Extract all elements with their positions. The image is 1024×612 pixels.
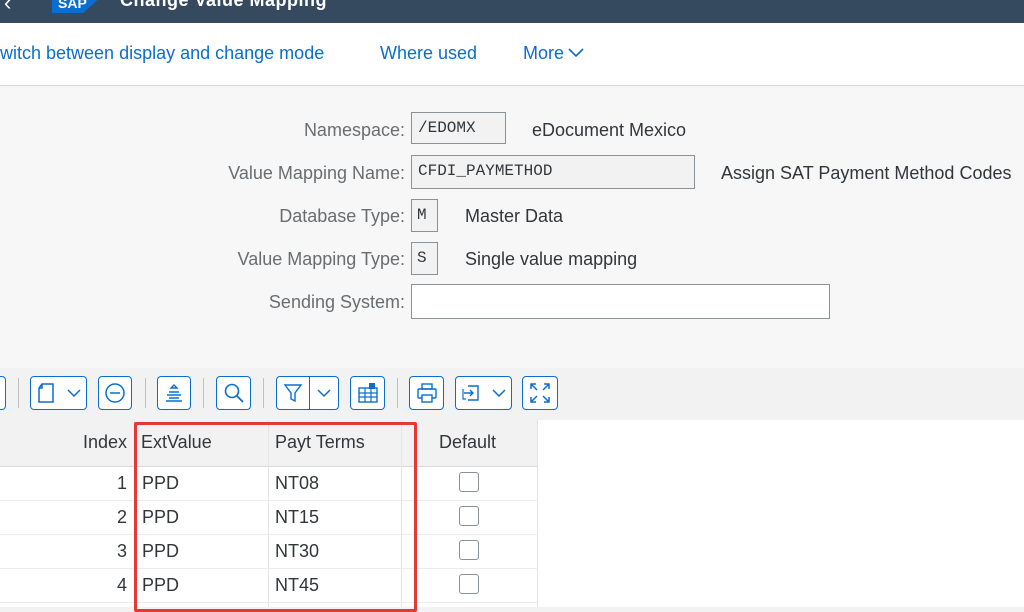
- namespace-desc: eDocument Mexico: [532, 120, 687, 140]
- page-title: Change Value Mapping: [120, 0, 328, 10]
- cell-extvalue[interactable]: PPD: [142, 534, 179, 568]
- search-icon: [224, 383, 244, 403]
- header-form: Namespace: /EDOMX eDocument Mexico Value…: [0, 86, 1024, 368]
- cell-payt-terms[interactable]: NT15: [275, 500, 319, 534]
- db-type-label: Database Type:: [279, 206, 405, 226]
- toolbar-separator: [263, 378, 264, 408]
- column-header-default[interactable]: Default: [439, 420, 496, 466]
- chevron-down-icon: [61, 377, 86, 409]
- toolbar-separator: [145, 378, 146, 408]
- column-header-payt-terms[interactable]: Payt Terms: [275, 420, 365, 466]
- db-type-field[interactable]: M: [411, 199, 438, 232]
- table-row[interactable]: 4 PPD NT45: [0, 568, 538, 603]
- print-icon: [416, 383, 437, 403]
- table-toolbar: [0, 368, 1024, 420]
- toolbar-separator: [18, 378, 19, 408]
- table-row[interactable]: 2 PPD NT15: [0, 500, 538, 535]
- mapping-type-desc: Single value mapping: [465, 249, 638, 269]
- fullscreen-button[interactable]: [522, 376, 558, 410]
- default-checkbox[interactable]: [459, 472, 479, 492]
- mapping-name-field[interactable]: CFDI_PAYMETHOD: [411, 155, 695, 189]
- namespace-field[interactable]: /EDOMX: [411, 112, 506, 144]
- align-icon: [166, 384, 182, 402]
- delete-row-button[interactable]: [98, 376, 132, 410]
- cell-extvalue[interactable]: PPD: [142, 466, 179, 500]
- table-settings-icon: [357, 383, 378, 403]
- toolbar-separator: [397, 378, 398, 408]
- row-index: 3: [116, 541, 127, 561]
- mapping-name-desc: Assign SAT Payment Method Codes: [721, 163, 1012, 183]
- default-checkbox[interactable]: [459, 540, 479, 560]
- create-menu-button[interactable]: [30, 376, 87, 410]
- search-button[interactable]: [216, 376, 251, 410]
- filter-menu-button[interactable]: [276, 376, 339, 410]
- cell-payt-terms[interactable]: NT45: [275, 568, 319, 602]
- chevron-down-icon: [486, 377, 511, 409]
- more-label: More: [523, 43, 565, 63]
- cell-payt-terms[interactable]: NT08: [275, 466, 319, 500]
- cell-extvalue[interactable]: PPD: [142, 500, 179, 534]
- default-checkbox[interactable]: [459, 574, 479, 594]
- chevron-down-icon: [568, 48, 584, 57]
- mapping-name-label: Value Mapping Name:: [228, 163, 405, 183]
- fullscreen-icon: [530, 383, 550, 403]
- table-row[interactable]: 3 PPD NT30: [0, 534, 538, 569]
- namespace-label: Namespace:: [303, 120, 405, 140]
- switch-mode-button[interactable]: witch between display and change mode: [0, 43, 324, 64]
- value-mapping-table: Index ExtValue Payt Terms Default 1 PPD …: [0, 420, 1024, 607]
- row-index: 1: [116, 473, 127, 493]
- filter-icon: [277, 377, 309, 409]
- row-index: 4: [116, 575, 127, 595]
- print-button[interactable]: [409, 376, 444, 410]
- more-button[interactable]: More: [523, 43, 584, 64]
- sending-system-field[interactable]: [411, 284, 830, 319]
- shell-bar: ‹ SAP Change Value Mapping: [0, 0, 1024, 23]
- sap-logo[interactable]: SAP: [52, 0, 104, 13]
- align-button[interactable]: [157, 376, 191, 410]
- document-icon: [31, 377, 61, 409]
- default-checkbox[interactable]: [459, 506, 479, 526]
- table-header: Index ExtValue Payt Terms Default: [0, 420, 538, 467]
- toolbar-button-partial[interactable]: [0, 376, 6, 410]
- export-menu-button[interactable]: [455, 376, 512, 410]
- chevron-down-icon: [310, 377, 338, 409]
- minus-circle-icon: [105, 383, 125, 403]
- sending-system-label: Sending System:: [268, 292, 405, 312]
- mapping-type-field[interactable]: S: [411, 242, 438, 275]
- column-header-extvalue[interactable]: ExtValue: [141, 420, 212, 466]
- logo-text: SAP: [58, 0, 87, 11]
- row-index: 2: [116, 507, 127, 527]
- toolbar-separator: [203, 378, 204, 408]
- where-used-button[interactable]: Where used: [380, 43, 477, 64]
- cell-extvalue[interactable]: PPD: [142, 568, 179, 602]
- app-toolbar: witch between display and change mode Wh…: [0, 23, 1024, 86]
- mapping-type-label: Value Mapping Type:: [237, 249, 405, 269]
- db-type-desc: Master Data: [465, 206, 564, 226]
- back-icon[interactable]: ‹: [4, 0, 11, 14]
- table-settings-button[interactable]: [350, 376, 385, 410]
- table-row[interactable]: 1 PPD NT08: [0, 466, 538, 501]
- cell-payt-terms[interactable]: NT30: [275, 534, 319, 568]
- export-icon: [456, 377, 486, 409]
- column-header-index[interactable]: Index: [0, 420, 127, 466]
